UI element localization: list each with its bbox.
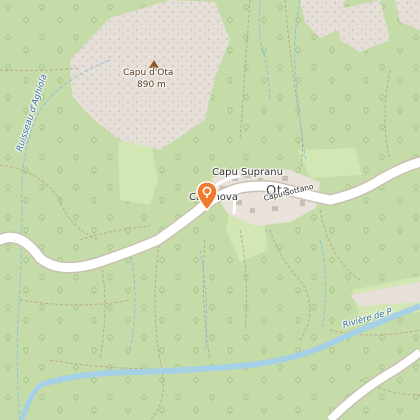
map-view[interactable]: Capu d'Ota 890 m Capu Supranu Ota Casano… xyxy=(0,0,420,420)
village-label-capu-supranu[interactable]: Capu Supranu xyxy=(212,168,283,178)
peak-elevation-label: 890 m xyxy=(137,80,166,90)
peak-triangle-icon xyxy=(149,60,159,68)
location-pin-icon[interactable] xyxy=(196,181,218,211)
peak-name-label[interactable]: Capu d'Ota xyxy=(123,69,173,78)
